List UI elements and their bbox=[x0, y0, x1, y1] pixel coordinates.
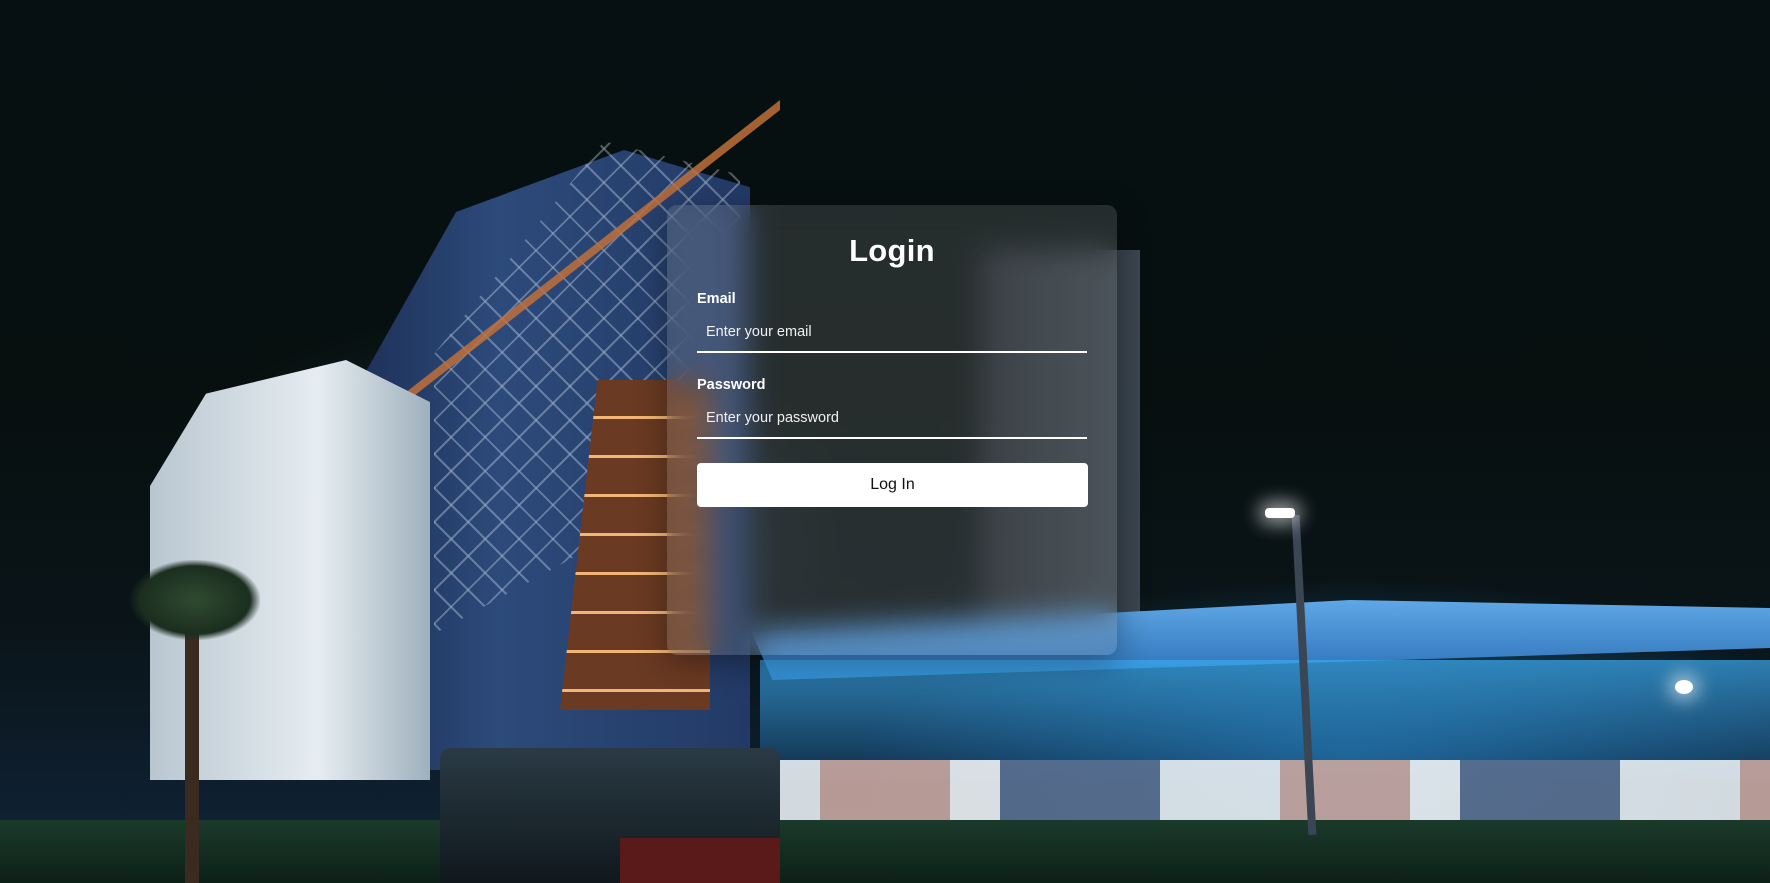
password-input[interactable] bbox=[697, 399, 1087, 439]
password-label: Password bbox=[697, 377, 766, 393]
login-title: Login bbox=[849, 233, 935, 268]
login-button[interactable]: Log In bbox=[697, 463, 1088, 507]
canopy-lamp bbox=[1675, 680, 1693, 694]
email-input[interactable] bbox=[697, 313, 1087, 353]
street-lamp bbox=[1265, 508, 1295, 518]
palm-trunk bbox=[185, 600, 199, 883]
hedge bbox=[0, 820, 1770, 883]
email-label: Email bbox=[697, 291, 736, 307]
login-card: Login Email Password Log In bbox=[667, 205, 1117, 655]
vehicle-rear bbox=[620, 838, 780, 883]
palm-crown bbox=[130, 560, 260, 640]
